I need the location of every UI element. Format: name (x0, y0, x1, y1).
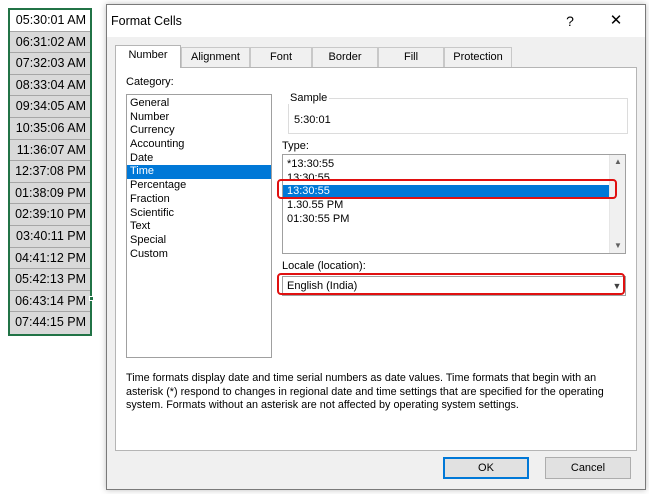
chevron-down-icon[interactable]: ▼ (609, 277, 625, 295)
cancel-button[interactable]: Cancel (545, 457, 631, 479)
dialog-titlebar[interactable]: Format Cells ? ✕ (107, 5, 645, 37)
scroll-up-icon[interactable]: ▲ (613, 157, 623, 167)
ok-button[interactable]: OK (443, 457, 529, 479)
spreadsheet-cell[interactable]: 07:32:03 AM (10, 53, 90, 75)
category-item[interactable]: Accounting (127, 138, 271, 152)
locale-dropdown[interactable]: English (India) ▼ (282, 276, 626, 296)
spreadsheet-cell[interactable]: 12:37:08 PM (10, 161, 90, 183)
tab-font[interactable]: Font (250, 47, 312, 67)
sample-groupbox (288, 98, 628, 134)
category-item[interactable]: General (127, 97, 271, 111)
spreadsheet-cell[interactable]: 10:35:06 AM (10, 117, 90, 140)
category-item[interactable]: Special (127, 234, 271, 248)
category-item[interactable]: Number (127, 111, 271, 125)
spreadsheet-cell[interactable]: 01:38:09 PM (10, 182, 90, 205)
spreadsheet-cell[interactable]: 06:43:14 PM (10, 290, 90, 313)
tab-alignment[interactable]: Alignment (181, 47, 250, 67)
category-item[interactable]: Currency (127, 124, 271, 138)
tab-number[interactable]: Number (115, 45, 181, 68)
spreadsheet-cell[interactable]: 03:40:11 PM (10, 225, 90, 248)
locale-value: English (India) (287, 280, 358, 292)
category-list[interactable]: General Number Currency Accounting Date … (126, 94, 272, 358)
spreadsheet-cell[interactable]: 05:42:13 PM (10, 269, 90, 291)
type-item[interactable]: 13:30:55 (283, 172, 609, 186)
help-button[interactable]: ? (559, 11, 581, 31)
spreadsheet-cell[interactable]: 11:36:07 AM (10, 139, 90, 162)
dialog-title: Format Cells (111, 14, 182, 28)
tab-fill[interactable]: Fill (378, 47, 444, 67)
category-item[interactable]: Percentage (127, 179, 271, 193)
type-item[interactable]: 01:30:55 PM (283, 213, 609, 227)
time-format-description: Time formats display date and time seria… (126, 372, 604, 411)
spreadsheet-cell[interactable]: 06:31:02 AM (10, 31, 90, 54)
fill-handle[interactable] (89, 296, 94, 301)
category-label: Category: (126, 76, 174, 88)
type-label: Type: (282, 140, 309, 152)
close-button[interactable]: ✕ (605, 10, 627, 32)
sample-label: Sample (288, 92, 330, 104)
spreadsheet-cell[interactable]: 04:41:12 PM (10, 247, 90, 270)
spreadsheet-cell[interactable]: 09:34:05 AM (10, 96, 90, 118)
category-item[interactable]: Fraction (127, 193, 271, 207)
type-item[interactable]: *13:30:55 (283, 158, 609, 172)
spreadsheet-cell[interactable]: 02:39:10 PM (10, 204, 90, 226)
type-list-scrollbar[interactable]: ▲ ▼ (609, 155, 625, 253)
category-item-selected[interactable]: Time (127, 165, 271, 180)
category-item[interactable]: Date (127, 152, 271, 166)
type-item[interactable]: 1.30.55 PM (283, 199, 609, 213)
scroll-down-icon[interactable]: ▼ (613, 241, 623, 251)
category-item[interactable]: Text (127, 220, 271, 234)
spreadsheet-cell[interactable]: 07:44:15 PM (10, 312, 90, 334)
spreadsheet-cell[interactable]: 08:33:04 AM (10, 74, 90, 97)
category-item[interactable]: Custom (127, 248, 271, 262)
type-list[interactable]: *13:30:55 13:30:55 13:30:55 1.30.55 PM 0… (282, 154, 626, 254)
type-item-selected[interactable]: 13:30:55 (283, 185, 609, 200)
category-item[interactable]: Scientific (127, 207, 271, 221)
locale-label: Locale (location): (282, 260, 366, 272)
spreadsheet-cell[interactable]: 05:30:01 AM (10, 10, 90, 32)
spreadsheet-cell-range[interactable]: 05:30:01 AM 06:31:02 AM 07:32:03 AM 08:3… (8, 8, 92, 336)
format-cells-dialog: Format Cells ? ✕ Number Alignment Font B… (106, 4, 646, 490)
sample-value: 5:30:01 (294, 114, 331, 126)
tab-protection[interactable]: Protection (444, 47, 512, 67)
number-tab-panel: Category: General Number Currency Accoun… (115, 67, 637, 451)
tab-border[interactable]: Border (312, 47, 378, 67)
